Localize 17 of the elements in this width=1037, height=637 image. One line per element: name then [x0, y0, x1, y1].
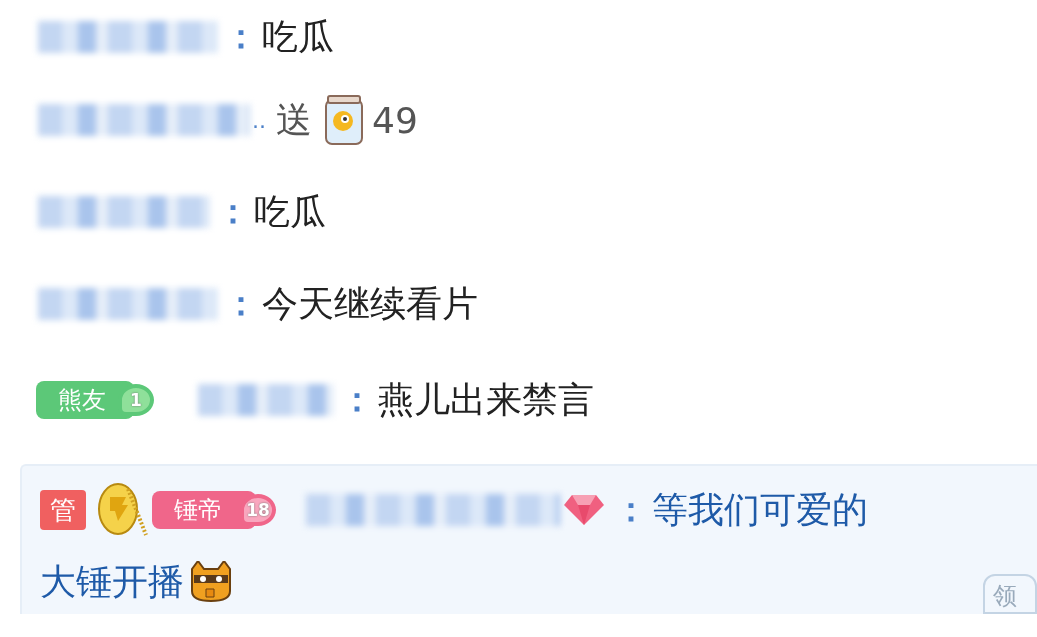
- colon: ：: [340, 379, 374, 420]
- colon: ：: [224, 16, 258, 57]
- colon: ：: [224, 283, 258, 324]
- message-text: 今天继续看片: [262, 281, 478, 326]
- name-ellipsis: ..: [252, 107, 266, 133]
- gift-verb: 送: [276, 97, 312, 142]
- message-text: 吃瓜: [262, 14, 334, 59]
- admin-badge: 管: [40, 490, 86, 530]
- corner-button[interactable]: 领: [983, 574, 1037, 614]
- message-text: 等我们可爱的: [652, 487, 868, 532]
- message-text: 燕儿出来禁言: [378, 377, 594, 422]
- gift-bag-icon: [322, 94, 366, 146]
- colon: ：: [614, 489, 648, 530]
- message-text: 大锤开播: [40, 559, 184, 604]
- gift-count: 49: [372, 99, 418, 141]
- message-text: 吃瓜: [254, 189, 326, 234]
- colon: ：: [216, 191, 250, 232]
